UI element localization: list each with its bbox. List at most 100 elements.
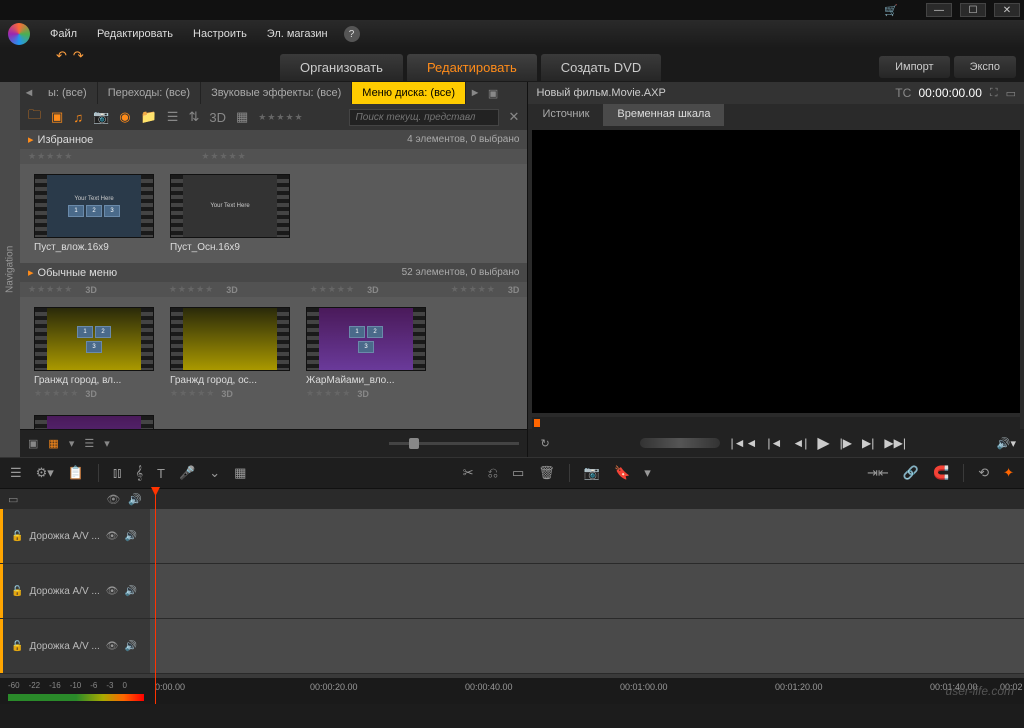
dropdown-icon[interactable]: ▾ [644,465,651,481]
preview-tab-timeline[interactable]: Временная шкала [603,104,724,126]
menu-estore[interactable]: Эл. магазин [259,24,336,44]
grid-view-icon[interactable]: ▦ [48,437,58,450]
photo-icon[interactable]: 📷 [93,109,109,125]
stack-icon[interactable]: ▣ [28,437,38,450]
lib-tab-all[interactable]: ы: (все) [38,82,98,104]
export-button[interactable]: Экспо [954,56,1016,78]
lib-tab-soundfx[interactable]: Звуковые эффекты: (все) [201,82,352,104]
maximize-button[interactable]: ☐ [960,3,986,17]
speaker-icon[interactable]: 🔊 [124,641,136,652]
undo-icon[interactable]: ↶ [56,48,67,64]
target-icon[interactable]: ◉ [119,109,130,125]
track-body[interactable] [150,619,1024,673]
menu-setup[interactable]: Настроить [185,24,255,44]
close-button[interactable]: ✕ [994,3,1020,17]
cart-icon[interactable]: 🛒 [884,4,898,17]
lib-tab-prev[interactable]: ◄ [20,82,38,104]
thumb-item[interactable]: Your Text Here Пуст_Осн.16x9 [170,174,290,253]
next-icon[interactable]: ▶| [862,436,874,450]
title-icon[interactable]: T [157,466,165,481]
link-icon[interactable]: 🔗 [903,465,919,481]
thumb-item[interactable]: Your Text Here123 Пуст_влож.16x9 [34,174,154,253]
gear-icon[interactable]: ⚙▾ [36,465,54,481]
jog-wheel[interactable] [640,438,720,448]
list-icon[interactable]: ☰ [167,109,179,125]
track-body[interactable] [150,564,1024,618]
dropdown-icon[interactable]: ▾ [104,437,110,450]
tab-edit[interactable]: Редактировать [407,54,537,81]
playhead[interactable] [155,489,156,704]
import-button[interactable]: Импорт [879,56,949,78]
tab-dvd[interactable]: Создать DVD [541,54,661,81]
timeline-ruler[interactable]: -60-22-16-10-6-30 0:00.00 00:00:20.00 00… [0,678,1024,704]
lib-tab-next[interactable]: ► [466,82,484,104]
view-icon[interactable]: ▦ [236,109,248,125]
step-fwd-icon[interactable]: |▶ [840,436,852,450]
search-clear-icon[interactable]: ✕ [509,109,520,125]
tab-organize[interactable]: Организовать [280,54,403,81]
lib-tab-transitions[interactable]: Переходы: (все) [98,82,201,104]
bin-icon[interactable]: 🗀 [28,106,41,128]
section-regular[interactable]: ▸ Обычные меню 52 элементов, 0 выбрано [20,263,527,282]
loop-icon[interactable]: ↻ [540,437,549,450]
lib-tab-add[interactable]: ▣ [484,82,502,104]
eye-icon[interactable]: 👁 [106,641,119,652]
menu-edit[interactable]: Редактировать [89,24,181,44]
goto-start-icon[interactable]: |◄◄ [730,436,757,450]
mic-icon[interactable]: 🎤 [179,465,195,481]
thumb-item[interactable]: 123 ЖарМайами_вло... ★★★★★3D [306,307,426,399]
dropdown-icon[interactable]: ▾ [69,437,75,450]
play-icon[interactable]: ▶ [817,433,829,453]
ripple-icon[interactable]: ⟲ [978,465,989,481]
lock-icon[interactable]: 🔓 [11,641,23,652]
levels-icon[interactable]: ⫾⫾ [113,465,121,481]
scrub-bar[interactable] [532,417,1020,429]
thumb-item[interactable]: 123 Гранжд город, вл... ★★★★★3D [34,307,154,399]
prev-icon[interactable]: |◄ [767,436,782,450]
fullscreen-icon[interactable]: ▭ [1006,87,1016,100]
preview-tab-source[interactable]: Источник [528,104,603,126]
marker-icon[interactable]: 🔖 [614,465,630,481]
split-icon[interactable]: ⎌ [488,465,498,481]
search-input[interactable] [349,109,499,126]
track-header[interactable]: 🔓 Дорожка A/V ... 👁 🔊 [0,509,150,563]
trim-icon[interactable]: ⇥⇤ [867,465,889,481]
tl-menu-icon[interactable]: ☰ [10,465,22,481]
tl-collapse-icon[interactable]: ▭ [8,493,18,506]
section-favorites[interactable]: ▸ Избранное 4 элементов, 0 выбрано [20,130,527,149]
zoom-slider[interactable] [389,442,519,445]
redo-icon[interactable]: ↷ [73,48,84,64]
fx-icon[interactable]: ✦ [1003,465,1014,481]
volume-icon[interactable]: 🔊▾ [997,437,1016,450]
thumb-item[interactable]: Гранжд город, ос... ★★★★★3D [170,307,290,399]
popout-icon[interactable]: ⛶ [990,87,998,100]
grid-icon[interactable]: ▦ [234,465,246,481]
razor-icon[interactable]: ✂ [463,465,474,481]
menu-file[interactable]: Файл [42,24,85,44]
marker-tool-icon[interactable]: ⌄ [209,465,220,481]
eye-icon[interactable]: 👁 [106,493,120,506]
thumb-item[interactable]: ЖарМайами_осн... ★★★★★3D [34,415,154,429]
help-icon[interactable]: ? [344,26,360,42]
track-header[interactable]: 🔓 Дорожка A/V ... 👁 🔊 [0,564,150,618]
eye-icon[interactable]: 👁 [106,586,119,597]
goto-end-icon[interactable]: ▶▶| [884,436,906,450]
folder-icon[interactable]: 📁 [141,109,157,125]
track-header[interactable]: 🔓 Дорожка A/V ... 👁 🔊 [0,619,150,673]
rating-filter[interactable]: ★★★★★ [258,112,303,123]
minimize-button[interactable]: — [926,3,952,17]
snapshot-icon[interactable]: 📷 [584,465,600,481]
lock-icon[interactable]: 🔓 [11,586,23,597]
navigation-strip[interactable]: Navigation [0,82,20,457]
magnet-icon[interactable]: 🧲 [933,465,949,481]
speaker-icon[interactable]: 🔊 [124,586,136,597]
sort-icon[interactable]: ⇅ [188,109,199,125]
speaker-icon[interactable]: 🔊 [128,493,142,506]
clipboard-icon[interactable]: 📋 [68,465,84,481]
step-back-icon[interactable]: ◄| [792,436,807,450]
eye-icon[interactable]: 👁 [106,531,119,542]
lock-icon[interactable]: 🔓 [11,531,23,542]
speaker-icon[interactable]: 🔊 [124,531,136,542]
3d-icon[interactable]: 3D [209,110,226,125]
lib-tab-discmenu[interactable]: Меню диска: (все) [352,82,466,104]
